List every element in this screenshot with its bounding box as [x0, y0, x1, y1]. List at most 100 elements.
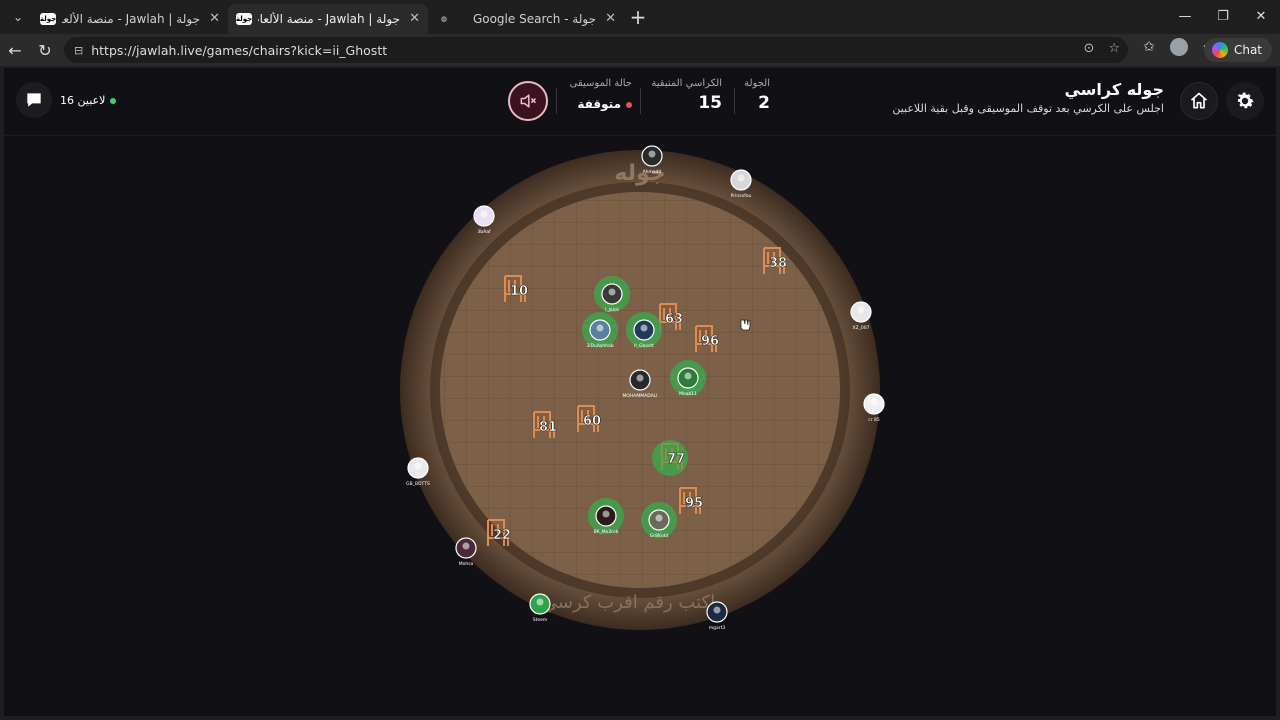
chair-77[interactable]: 77 — [652, 440, 688, 476]
favorites-icon[interactable]: ✩ — [1138, 39, 1160, 55]
reload-icon[interactable]: ↻ — [30, 36, 60, 64]
chair-number: 77 — [667, 452, 685, 467]
chat-label: Chat — [1233, 43, 1262, 57]
players-count-text: 16 لاعبين — [60, 94, 106, 107]
music-value: متوقفة — [577, 97, 621, 111]
player-name: Mohsa — [459, 561, 474, 567]
chat-toggle-button[interactable] — [16, 82, 52, 118]
chat-bubble-icon — [27, 93, 41, 107]
avatar-head-icon — [655, 514, 663, 522]
player-token: Mohsa — [455, 537, 477, 567]
game-subtitle: اجلس على الكرسي بعد توقف الموسيقى وقبل ب… — [892, 102, 1164, 115]
round-stat: الجولة 2 — [744, 78, 770, 113]
restore-icon[interactable]: ❐ — [1204, 0, 1242, 32]
game-header: جوله كراسي اجلس على الكرسي بعد توقف المو… — [4, 68, 1276, 136]
stat-divider — [734, 88, 735, 114]
chair-number: 95 — [685, 496, 703, 511]
avatar-head-icon — [636, 374, 644, 382]
player-name: 3bAaf — [477, 229, 491, 235]
globe-icon: ◍ — [440, 15, 448, 23]
browser-tab-3[interactable]: ◍ Google Search - جولة ✕ — [428, 4, 624, 34]
url-text: https://jawlah.live/games/chairs?kick=ii… — [91, 42, 388, 58]
tab-close-icon[interactable]: ✕ — [409, 11, 420, 26]
avatar-head-icon — [684, 372, 692, 380]
browser-tabbar: ⌄ جولة جولة | Jawlah - منصة الألعاب التف… — [0, 0, 1280, 34]
minimize-icon[interactable]: — — [1166, 0, 1204, 32]
player-name: Mnab11 — [679, 391, 697, 397]
home-button[interactable] — [1180, 82, 1218, 120]
tab-list-chevron-icon[interactable]: ⌄ — [4, 3, 32, 31]
music-status-dot — [626, 101, 632, 108]
back-icon[interactable]: ← — [0, 36, 30, 64]
avatar-head-icon — [414, 462, 422, 470]
avatar-head-icon — [602, 510, 610, 518]
game-title: جوله كراسي — [1064, 80, 1164, 99]
player-name: Gr8Kntd — [650, 533, 669, 539]
player-token: Prinsxfou — [730, 169, 752, 199]
browser-tab-2[interactable]: جولة جولة | Jawlah - منصة الألعاب التفاع… — [228, 4, 428, 34]
player-token: XZ_007 — [850, 301, 872, 331]
player-token: Steem — [529, 593, 551, 623]
board-hint: اكتب رقم اقرب كرسي — [543, 592, 715, 613]
round-label: الجولة — [744, 78, 770, 89]
chair-number: 10 — [510, 284, 528, 299]
close-window-icon[interactable]: ✕ — [1242, 0, 1280, 32]
stat-divider — [640, 88, 641, 114]
round-value: 2 — [758, 93, 770, 113]
stat-divider — [556, 88, 557, 114]
browser-tab-1[interactable]: جولة جولة | Jawlah - منصة الألعاب التفاع… — [32, 4, 228, 34]
chairs-stat: الكراسي المتبقية 15 — [651, 78, 722, 113]
avatar-head-icon — [648, 150, 656, 158]
tab-close-icon[interactable]: ✕ — [209, 11, 220, 26]
player-token: GB_BOTTS — [406, 457, 430, 487]
site-info-icon[interactable]: ⊟ — [74, 44, 83, 57]
avatar-head-icon — [536, 598, 544, 606]
player-name: MOHAMMADALI — [622, 393, 657, 399]
tab-favicon: جولة — [235, 13, 253, 25]
reader-icon[interactable]: ⊙ — [1083, 41, 1094, 56]
mute-button[interactable] — [508, 81, 548, 121]
player-name: 3iDuAshhab — [586, 343, 613, 349]
avatar-head-icon — [608, 288, 616, 296]
online-dot — [110, 97, 117, 104]
avatar-head-icon — [640, 324, 648, 332]
music-status: متوقفة — [570, 97, 632, 111]
window-controls: — ❐ ✕ — [1166, 0, 1280, 32]
copilot-chat-button[interactable]: Chat — [1203, 38, 1272, 62]
avatar-head-icon — [857, 306, 865, 314]
game-board: جوله اكتب رقم اقرب كرسي 1038639681 607795… — [400, 145, 885, 631]
player-name: XZ_007 — [852, 325, 869, 331]
chairs-value: 15 — [698, 93, 722, 113]
player-token: Ahmadd — [641, 145, 663, 175]
avatar-head-icon — [870, 398, 878, 406]
gear-icon — [1237, 92, 1254, 109]
music-label: حالة الموسيقى — [569, 78, 632, 89]
url-input[interactable]: ⊟ https://jawlah.live/games/chairs?kick=… — [64, 37, 1128, 63]
chair-number: 81 — [539, 420, 557, 435]
players-count: 16 لاعبين — [60, 94, 117, 107]
player-name: Ahmadd — [643, 169, 662, 175]
settings-button[interactable] — [1226, 82, 1264, 120]
avatar-head-icon — [480, 210, 488, 218]
copilot-logo-icon — [1211, 42, 1228, 58]
player-name: cr 85 — [868, 417, 880, 423]
new-tab-button[interactable]: + — [624, 3, 652, 31]
player-token: mgart3 — [706, 601, 728, 631]
avatar-head-icon — [713, 606, 721, 614]
chair-number: 60 — [583, 414, 601, 429]
profile-avatar[interactable] — [1170, 38, 1188, 56]
player-name: Steem — [533, 617, 548, 623]
tab-close-icon[interactable]: ✕ — [605, 11, 616, 26]
favorite-star-icon[interactable]: ☆ — [1108, 41, 1120, 56]
chair-number: 63 — [665, 312, 683, 327]
player-name: Prinsxfou — [731, 193, 752, 199]
title-block: جوله كراسي اجلس على الكرسي بعد توقف المو… — [892, 80, 1164, 115]
game-page: جوله اكتب رقم اقرب كرسي 10 38 63 96 81 60 77 95… — [4, 68, 1276, 716]
player-name: II_Ghostt — [634, 343, 654, 349]
chair-number: 38 — [769, 256, 787, 271]
player-name: GB_BOTTS — [406, 481, 430, 487]
player-name: BK_Mx3rob — [593, 529, 618, 535]
avatar-head-icon — [737, 174, 745, 182]
browser-addressbar: ← ↻ ⊟ https://jawlah.live/games/chairs?k… — [0, 34, 1280, 66]
tab-favicon: جولة — [39, 13, 57, 25]
